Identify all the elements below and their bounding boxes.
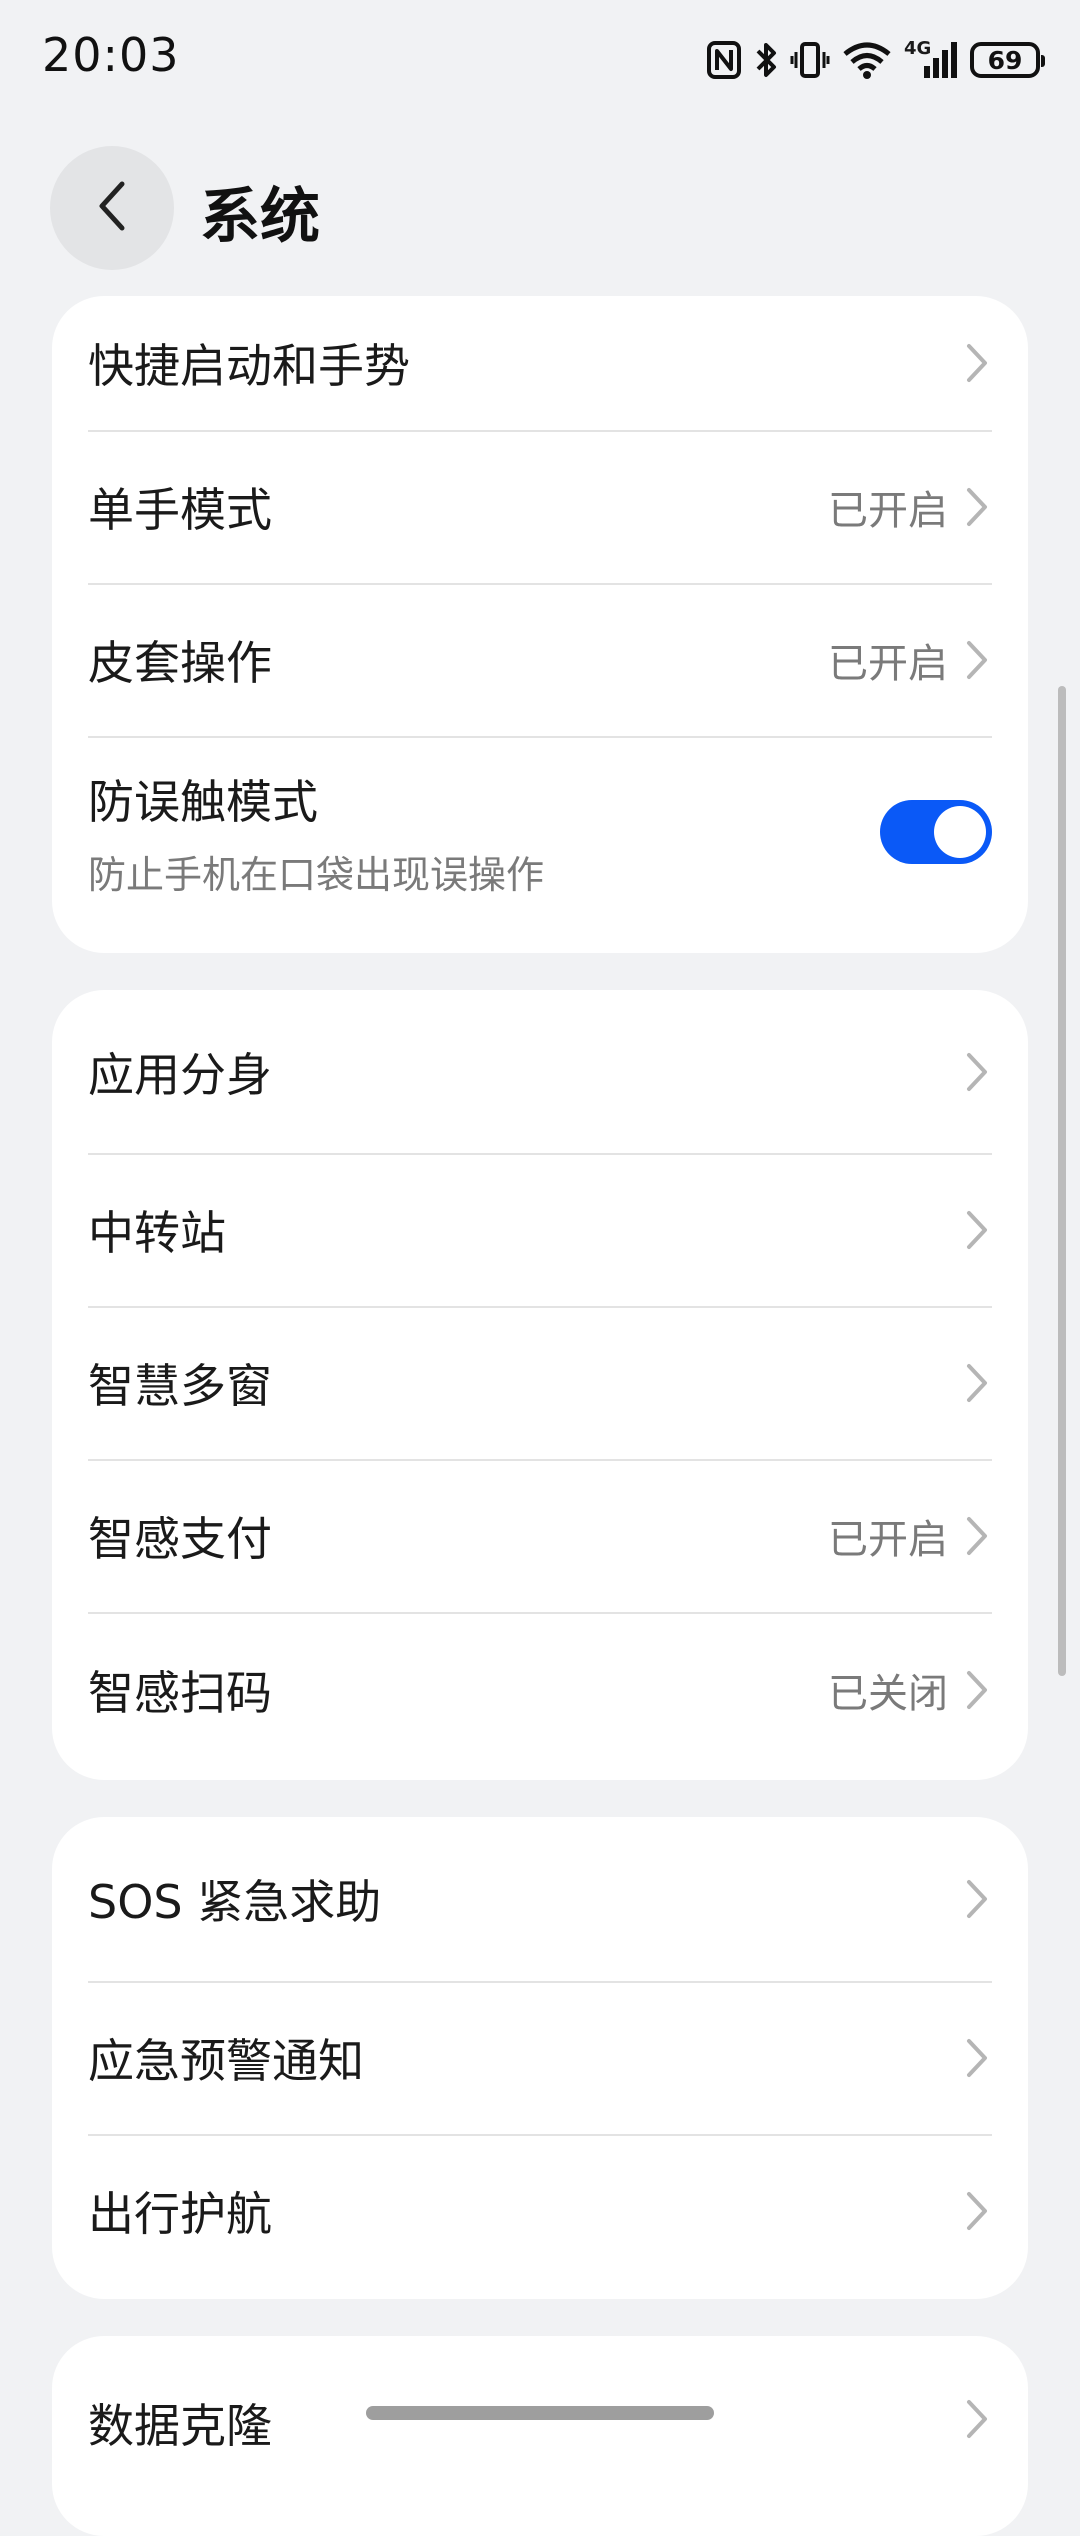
settings-item-status: 已关闭: [828, 1671, 948, 1717]
chevron-right-icon: [962, 2188, 992, 2234]
settings-item-status: 已开启: [828, 640, 948, 687]
settings-item-smart-payment[interactable]: 智感支付 已开启: [52, 1459, 1028, 1612]
nfc-icon: [706, 40, 742, 80]
settings-group-data: 数据克隆: [52, 2336, 1028, 2536]
settings-item-transfer-station[interactable]: 中转站: [52, 1153, 1028, 1306]
settings-item-app-twin[interactable]: 应用分身: [52, 990, 1028, 1153]
scrollbar[interactable]: [1058, 686, 1066, 1676]
accidental-touch-toggle[interactable]: [880, 800, 992, 864]
page-title: 系统: [200, 182, 320, 252]
status-icons: 4G 69: [706, 36, 1045, 84]
chevron-right-icon: [962, 1049, 992, 1095]
settings-item-label: 智感支付: [88, 1511, 272, 1566]
settings-item-description: 防止手机在口袋出现误操作: [88, 852, 545, 897]
chevron-right-icon: [962, 2035, 992, 2081]
settings-group-emergency: SOS 紧急求助 应急预警通知 出行护航: [52, 1817, 1028, 2299]
chevron-right-icon: [962, 484, 992, 530]
settings-item-label: 单手模式: [88, 482, 272, 537]
settings-item-status: 已开启: [828, 1516, 948, 1563]
settings-item-status: 已开启: [828, 487, 948, 534]
settings-item-smart-multi-window[interactable]: 智慧多窗: [52, 1306, 1028, 1459]
settings-item-label: 应用分身: [88, 1047, 272, 1102]
settings-item-one-hand-mode[interactable]: 单手模式 已开启: [52, 430, 1028, 583]
chevron-right-icon: [962, 340, 992, 386]
bluetooth-icon: [754, 40, 778, 80]
settings-item-accidental-touch-mode[interactable]: 防误触模式 防止手机在口袋出现误操作: [52, 736, 1028, 952]
chevron-right-icon: [962, 1513, 992, 1559]
back-button[interactable]: [50, 146, 174, 270]
status-bar: 20:03 4G 69: [0, 0, 1080, 120]
settings-item-label: 智感扫码: [88, 1666, 272, 1720]
settings-item-label: 数据克隆: [88, 2399, 272, 2453]
chevron-right-icon: [962, 637, 992, 683]
chevron-right-icon: [962, 1207, 992, 1253]
settings-item-label: 应急预警通知: [88, 2033, 364, 2088]
settings-item-quick-launch-gestures[interactable]: 快捷启动和手势: [52, 296, 1028, 430]
settings-item-label: 皮套操作: [88, 635, 272, 690]
wifi-icon: [842, 40, 892, 80]
settings-item-label: 快捷启动和手势: [88, 339, 410, 393]
status-time: 20:03: [42, 28, 180, 82]
signal-4g-icon: 4G: [904, 38, 958, 80]
settings-item-label: 防误触模式: [88, 774, 318, 829]
settings-item-label: SOS 紧急求助: [88, 1875, 382, 1929]
settings-item-data-clone[interactable]: 数据克隆: [52, 2336, 1028, 2536]
settings-group-gestures: 快捷启动和手势 单手模式 已开启 皮套操作 已开启 防误触模式 防止手机在口袋出…: [52, 296, 1028, 953]
settings-item-emergency-alerts[interactable]: 应急预警通知: [52, 1981, 1028, 2134]
battery-indicator: 69: [970, 42, 1045, 78]
home-indicator[interactable]: [366, 2406, 714, 2420]
settings-item-label: 智慧多窗: [88, 1358, 272, 1413]
chevron-right-icon: [962, 1876, 992, 1922]
settings-item-label: 出行护航: [88, 2186, 272, 2241]
chevron-right-icon: [962, 1667, 992, 1713]
settings-group-apps: 应用分身 中转站 智慧多窗 智感支付 已开启 智感扫码 已关闭: [52, 990, 1028, 1780]
settings-item-sos[interactable]: SOS 紧急求助: [52, 1817, 1028, 1981]
settings-item-travel-guard[interactable]: 出行护航: [52, 2134, 1028, 2299]
chevron-right-icon: [962, 2396, 992, 2442]
settings-item-cover-operation[interactable]: 皮套操作 已开启: [52, 583, 1028, 736]
settings-item-label: 中转站: [88, 1205, 226, 1260]
settings-item-smart-scan[interactable]: 智感扫码 已关闭: [52, 1612, 1028, 1780]
vibrate-icon: [790, 40, 830, 80]
chevron-right-icon: [962, 1360, 992, 1406]
chevron-left-icon: [92, 176, 132, 240]
